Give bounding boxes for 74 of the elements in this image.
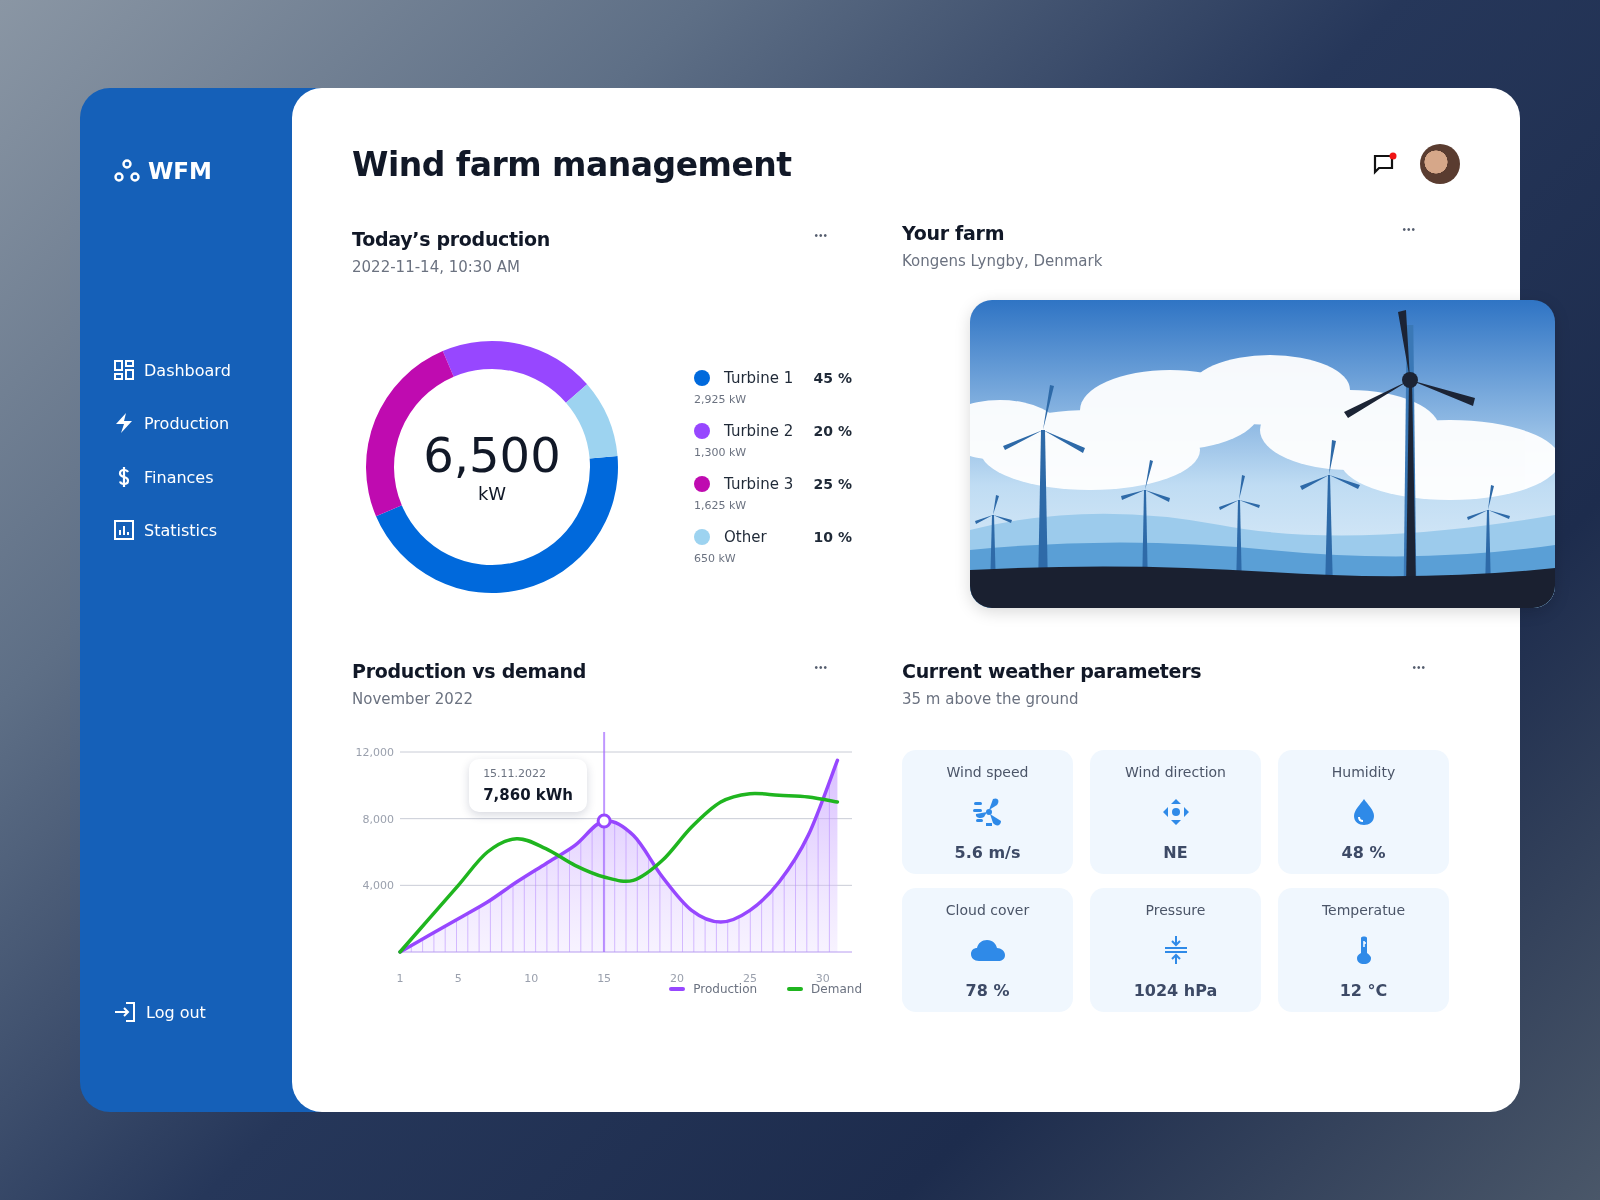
weather-label: Humidity <box>1331 764 1396 780</box>
axis-label: 20 <box>670 972 685 982</box>
card-subtitle: 2022-11-14, 10:30 AM <box>352 258 521 276</box>
legend-label: Demand <box>811 982 862 996</box>
axis-label: 30 <box>815 972 830 982</box>
more-button[interactable]: ••• <box>1408 660 1430 675</box>
axis-label: 15 <box>597 972 612 982</box>
weather-value: 1024 hPa <box>1133 981 1218 1000</box>
axis-label: 8,000 <box>362 812 394 826</box>
avatar[interactable] <box>1420 144 1460 184</box>
axis-label: 25 <box>742 972 757 982</box>
pressure-icon <box>1163 935 1188 964</box>
nav-item[interactable]: Production <box>114 412 230 434</box>
chat-button[interactable] <box>1372 152 1398 176</box>
nav-item[interactable]: Finances <box>114 466 214 488</box>
legend-label: Turbine 3 <box>724 475 795 493</box>
weather-value: 5.6 m/s <box>954 843 1021 862</box>
dashboard-icon <box>114 360 134 380</box>
logout-icon <box>114 1002 136 1022</box>
direction-arrows-icon <box>1161 797 1190 826</box>
card-title: Current weather parameters <box>902 660 1202 682</box>
tooltip-date: 15.11.2022 <box>483 767 548 780</box>
legend-percent: 10 % <box>813 529 852 545</box>
nav-item[interactable]: Statistics <box>114 520 218 540</box>
weather-value: NE <box>1163 843 1188 862</box>
axis-label: 5 <box>454 972 462 982</box>
tooltip-value: 7,860 kWh <box>483 786 573 804</box>
nav-item[interactable]: Dashboard <box>114 360 231 380</box>
weather-label: Cloud cover <box>945 902 1030 918</box>
chat-icon <box>1372 152 1398 176</box>
card-subtitle: 35 m above the ground <box>902 690 1080 708</box>
bar-chart-icon <box>114 520 134 540</box>
logo-text: WFM <box>148 158 212 184</box>
card-subtitle: November 2022 <box>352 690 474 708</box>
cloud-icon <box>970 937 1005 962</box>
more-button[interactable]: ••• <box>1398 222 1420 237</box>
legend-amount: 1,300 kW <box>694 446 748 459</box>
weather-label: Pressure <box>1145 902 1206 918</box>
legend-label: Other <box>724 528 768 546</box>
point-marker <box>596 813 612 829</box>
weather-value: 78 % <box>965 981 1010 1000</box>
page-title: Wind farm management <box>352 144 792 184</box>
legend-label: Turbine 2 <box>724 422 795 440</box>
water-drop-icon <box>1352 797 1375 826</box>
legend-label: Production <box>693 982 758 996</box>
legend-percent: 45 % <box>813 370 852 386</box>
weather-value: 12 °C <box>1339 981 1388 1000</box>
total-unit: kW <box>477 482 507 504</box>
lightning-icon <box>114 412 134 434</box>
thermometer-icon <box>1355 934 1372 965</box>
logo-icon <box>114 159 140 183</box>
legend-amount: 1,625 kW <box>694 499 748 512</box>
axis-label: 10 <box>524 972 539 982</box>
weather-label: Wind direction <box>1125 764 1226 780</box>
axis-label: 12,000 <box>355 746 394 759</box>
card-title: Your farm <box>902 222 1006 244</box>
legend-percent: 20 % <box>813 423 852 439</box>
weather-label: Temperatue <box>1321 902 1406 918</box>
legend-percent: 25 % <box>813 476 852 492</box>
weather-value: 48 % <box>1341 843 1386 862</box>
more-button[interactable]: ••• <box>810 660 832 675</box>
legend-amount: 650 kW <box>694 552 737 565</box>
logout-link[interactable]: Log out <box>114 1002 206 1022</box>
total-value: 6,500 <box>423 430 561 479</box>
legend-amount: 2,925 kW <box>694 393 748 406</box>
axis-label: 1 <box>396 972 404 982</box>
fan-icon <box>972 796 1003 827</box>
axis-label: 4,000 <box>362 879 394 893</box>
card-title: Today’s production <box>352 228 551 250</box>
legend-label: Turbine 1 <box>724 369 795 387</box>
more-button[interactable]: ••• <box>810 228 832 243</box>
weather-label: Wind speed <box>946 764 1029 780</box>
card-title: Production vs demand <box>352 660 587 682</box>
card-subtitle: Kongens Lyngby, Denmark <box>902 252 1103 270</box>
